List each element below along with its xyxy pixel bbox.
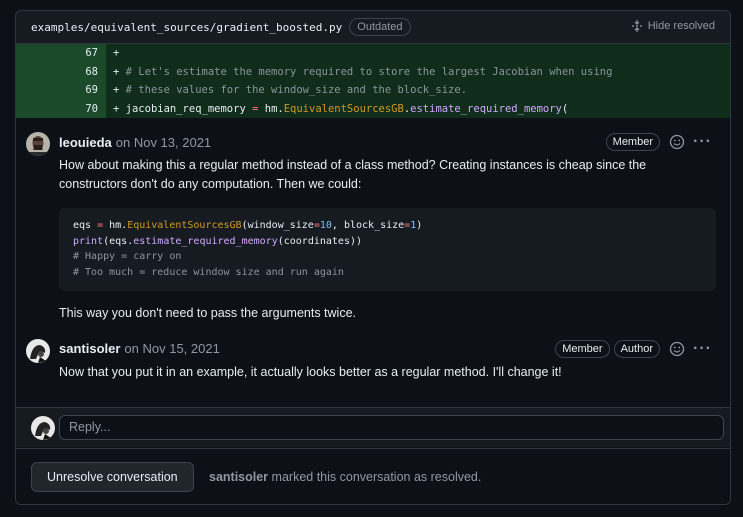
role-badges: Member Author bbox=[555, 339, 660, 358]
added-marker: + bbox=[113, 65, 126, 78]
user-avatar-icon bbox=[26, 338, 50, 363]
code-token: (eqs. bbox=[103, 235, 134, 247]
comment-body: Now that you put it in an example, it ac… bbox=[59, 364, 562, 379]
resolved-note: santisoler marked this conversation as r… bbox=[209, 470, 481, 484]
comment-body: How about making this a regular method i… bbox=[59, 158, 647, 191]
line-number[interactable]: 68 bbox=[46, 62, 106, 81]
smiley-icon[interactable] bbox=[669, 341, 685, 357]
diff-hunk: 67 + 68 + # Let's estimate the memory re… bbox=[16, 44, 730, 118]
code-token: ( bbox=[561, 102, 569, 115]
code-token: estimate_required_memory bbox=[133, 235, 278, 247]
comment: leouieda on Nov 13, 2021 Member ··· How … bbox=[16, 132, 730, 323]
smiley-icon[interactable] bbox=[669, 134, 685, 150]
member-badge: Member bbox=[605, 133, 660, 151]
comment-author[interactable]: santisoler bbox=[59, 341, 120, 356]
avatar[interactable] bbox=[26, 132, 50, 156]
comment-header: santisoler on Nov 15, 2021 Member Author… bbox=[59, 339, 730, 359]
comment-header: leouieda on Nov 13, 2021 Member ··· bbox=[59, 132, 730, 152]
added-marker: + bbox=[113, 84, 126, 97]
comment-body: This way you don't need to pass the argu… bbox=[59, 305, 356, 320]
member-badge: Member bbox=[555, 339, 610, 358]
code-comment: # these values for the window_size and t… bbox=[125, 84, 468, 97]
code-token: print bbox=[73, 235, 104, 247]
avatar[interactable] bbox=[26, 338, 50, 363]
code-snippet: eqs = hm.EquivalentSourcesGB(window_size… bbox=[59, 208, 716, 291]
resolution-footer: Unresolve conversation santisoler marked… bbox=[16, 448, 730, 504]
code-comment: # Let's estimate the memory required to … bbox=[125, 65, 613, 78]
diff-code: + # these values for the window_size and… bbox=[106, 84, 467, 96]
diff-code: + # Let's estimate the memory required t… bbox=[106, 66, 612, 78]
code-token: 10 bbox=[319, 220, 332, 231]
diff-line: 70 + jacobian_req_memory = hm.Equivalent… bbox=[16, 99, 730, 118]
file-header: examples/equivalent_sources/gradient_boo… bbox=[16, 11, 730, 44]
code-token: jacobian_req_memory bbox=[125, 102, 246, 115]
line-number[interactable]: 67 bbox=[46, 44, 106, 63]
hide-resolved-label: Hide resolved bbox=[647, 20, 715, 32]
code-token: (coordinates)) bbox=[277, 235, 363, 247]
diff-code: + jacobian_req_memory = hm.EquivalentSou… bbox=[106, 103, 568, 115]
current-user-avatar[interactable] bbox=[31, 416, 55, 440]
reply-input[interactable]: Reply... bbox=[59, 415, 724, 440]
line-number[interactable]: 70 bbox=[46, 99, 106, 118]
code-comment: # Happy = carry on bbox=[73, 251, 182, 263]
kebab-menu-icon[interactable]: ··· bbox=[693, 134, 712, 150]
hide-resolved-button[interactable]: Hide resolved bbox=[631, 20, 715, 32]
resolved-text: marked this conversation as resolved. bbox=[268, 470, 482, 484]
code-token: estimate_required_memory bbox=[410, 102, 562, 115]
old-line-number bbox=[16, 44, 46, 63]
fold-icon bbox=[631, 20, 642, 32]
code-token: = bbox=[91, 220, 110, 231]
diff-code: + bbox=[106, 47, 119, 59]
code-token: EquivalentSourcesGB bbox=[127, 220, 242, 231]
added-marker: + bbox=[113, 102, 126, 115]
old-line-number bbox=[16, 81, 46, 100]
resolver-name[interactable]: santisoler bbox=[209, 470, 268, 484]
comment: santisoler on Nov 15, 2021 Member Author… bbox=[16, 338, 730, 382]
code-comment: # Too much = reduce window size and run … bbox=[73, 267, 344, 279]
diff-line: 69 + # these values for the window_size … bbox=[16, 81, 730, 100]
added-marker: + bbox=[113, 47, 120, 60]
author-badge: Author bbox=[613, 339, 660, 358]
comment-date[interactable]: on Nov 13, 2021 bbox=[116, 135, 211, 150]
code-token: , block_size bbox=[331, 220, 405, 231]
comment-author[interactable]: leouieda bbox=[59, 135, 112, 150]
diff-line: 67 + bbox=[16, 44, 730, 63]
code-token: EquivalentSourcesGB bbox=[283, 102, 404, 115]
line-number[interactable]: 69 bbox=[46, 81, 106, 100]
comment-date[interactable]: on Nov 15, 2021 bbox=[124, 341, 219, 356]
old-line-number bbox=[16, 99, 46, 118]
code-token: = bbox=[252, 102, 259, 115]
code-token: eqs bbox=[73, 220, 92, 231]
old-line-number bbox=[16, 62, 46, 81]
file-path[interactable]: examples/equivalent_sources/gradient_boo… bbox=[31, 21, 342, 34]
user-avatar-icon bbox=[26, 132, 50, 156]
code-token: hm. bbox=[109, 220, 128, 231]
kebab-menu-icon[interactable]: ··· bbox=[693, 340, 712, 356]
code-token: (window_size bbox=[241, 220, 314, 231]
diff-line: 68 + # Let's estimate the memory require… bbox=[16, 62, 730, 81]
review-thread: examples/equivalent_sources/gradient_boo… bbox=[15, 10, 731, 505]
role-badges: Member bbox=[605, 133, 660, 151]
unresolve-conversation-button[interactable]: Unresolve conversation bbox=[31, 462, 194, 492]
reply-bar: Reply... bbox=[16, 407, 730, 447]
code-token: ) bbox=[416, 220, 423, 231]
code-token: hm. bbox=[264, 102, 284, 115]
outdated-badge: Outdated bbox=[349, 18, 411, 36]
user-avatar-icon bbox=[31, 416, 55, 440]
